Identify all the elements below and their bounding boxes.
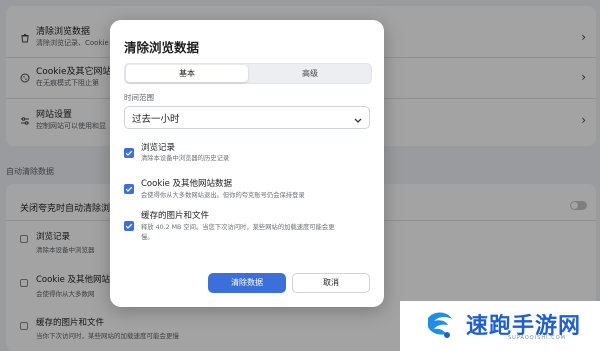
cookies-checkbox[interactable] <box>124 184 134 194</box>
cache-checkbox[interactable] <box>124 221 134 231</box>
option-title: 缓存的图片和文件 <box>141 211 210 221</box>
check-icon <box>125 223 133 229</box>
option-title: 浏览记录 <box>141 143 176 153</box>
clear-data-dialog: 清除浏览数据 基本 高级 时间范围 过去一小时 浏览记录 清除本设备中浏览器的历… <box>110 20 384 307</box>
clear-data-button[interactable]: 清除数据 <box>208 273 286 293</box>
history-checkbox[interactable] <box>124 148 134 158</box>
tab-basic[interactable]: 基本 <box>126 65 248 82</box>
option-subtitle: 清除本设备中浏览器的历史记录 <box>141 155 230 162</box>
option-subtitle: 释放 40.2 MB 空间。当您下次访问时，某些网站的加载速度可能会更 <box>141 224 335 231</box>
time-range-select[interactable]: 过去一小时 <box>124 106 370 129</box>
time-range-value: 过去一小时 <box>132 114 180 125</box>
option-subtitle: 会使得你从大多数网站退出。但你的夸克账号仍会保持登录 <box>141 192 305 199</box>
chevron-down-icon <box>353 111 363 123</box>
option-title: Cookie 及其他网站数据 <box>141 179 233 189</box>
cancel-button[interactable]: 取消 <box>292 273 370 293</box>
check-icon <box>125 150 133 156</box>
watermark-domain: SUPAOQISHI.COM <box>508 335 566 341</box>
option-subtitle-cont: 慢。 <box>141 234 154 241</box>
tab-advanced[interactable]: 高级 <box>249 65 371 82</box>
tab-bar: 基本 高级 <box>124 63 372 84</box>
dialog-title: 清除浏览数据 <box>124 40 200 55</box>
watermark: 速跑手游网 SUPAOQISHI.COM <box>400 301 600 351</box>
watermark-logo-icon <box>428 312 452 338</box>
time-range-label: 时间范围 <box>124 93 154 102</box>
check-icon <box>125 186 133 192</box>
